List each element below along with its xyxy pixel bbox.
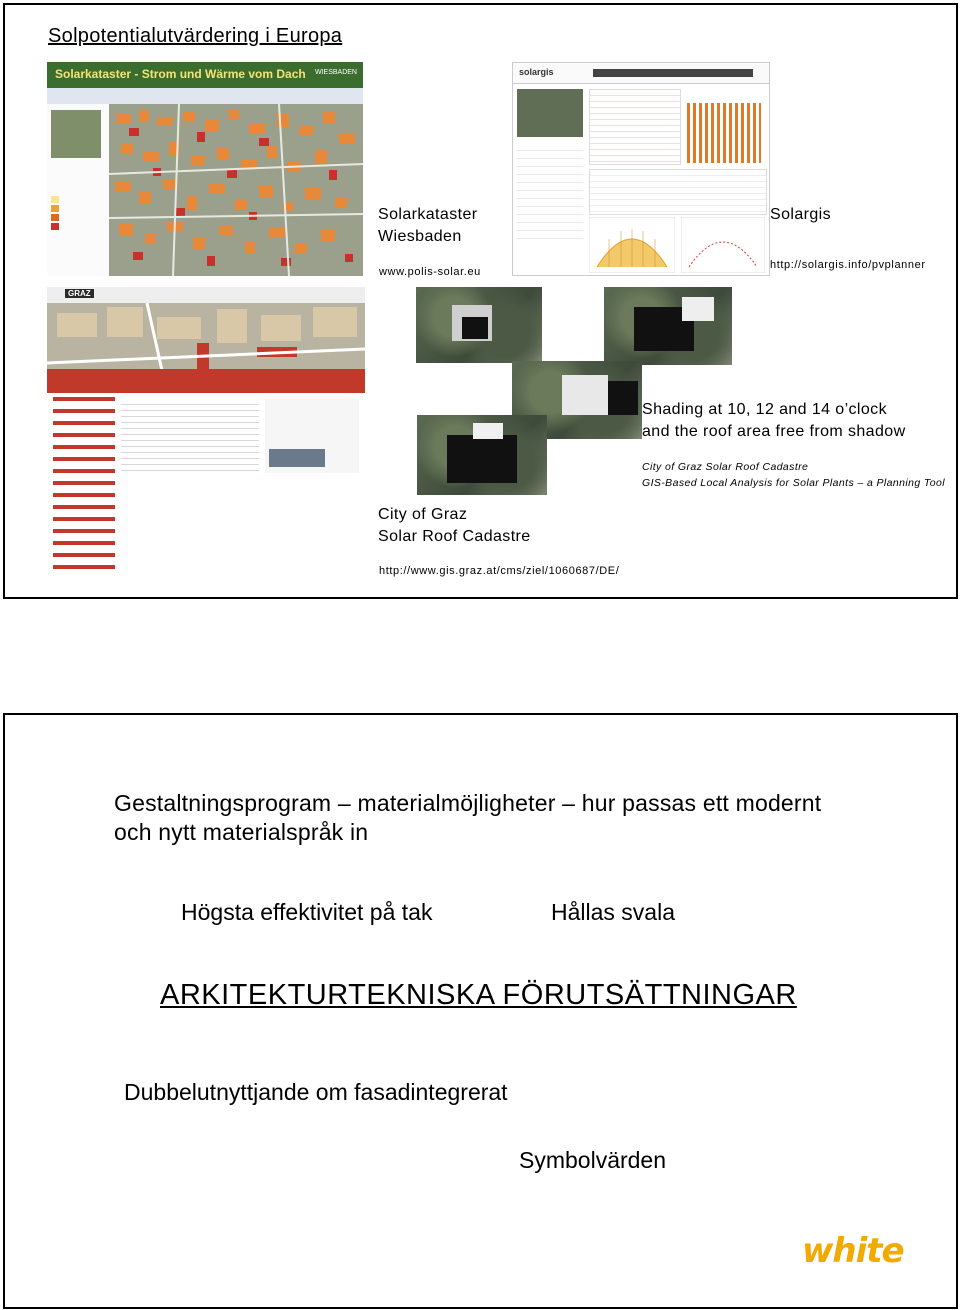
solargis-url[interactable]: http://solargis.info/pvplanner [770, 259, 926, 271]
wiesbaden-label: Solarkataster Wiesbaden [378, 204, 477, 248]
graz-url[interactable]: http://www.gis.graz.at/cms/ziel/1060687/… [379, 565, 619, 577]
heading-line1: Gestaltningsprogram – materialmöjlighete… [114, 790, 822, 816]
graz-logo: GRAZ [65, 289, 94, 298]
aerial-shading-10 [416, 287, 542, 363]
solargis-elevation-chart [681, 217, 765, 273]
keep-cool-item: Hållas svala [551, 899, 675, 925]
design-program-heading: Gestaltningsprogram – materialmöjlighete… [114, 789, 821, 847]
shading-description: Shading at 10, 12 and 14 o’clock and the… [642, 399, 906, 443]
aerial-shading-12 [604, 287, 732, 365]
wiesbaden-roof-map [109, 104, 363, 276]
symbol-values-line: Symbolvärden [519, 1147, 667, 1173]
shading-line2: and the roof area free from shadow [642, 423, 906, 440]
solargis-screenshot: solargis [512, 62, 770, 276]
shading-line1: Shading at 10, 12 and 14 o’clock [642, 401, 887, 418]
white-logo: white [802, 1231, 905, 1271]
slide-architectural-prerequisites: Gestaltningsprogram – materialmöjlighete… [3, 713, 958, 1309]
graz-label-line1: City of Graz [378, 506, 468, 523]
slide-solar-potential: Solpotentialutvärdering i Europa Solarka… [3, 3, 958, 599]
wiesbaden-logo: WIESBADEN [314, 69, 357, 76]
wiesbaden-url[interactable]: www.polis-solar.eu [379, 266, 481, 278]
solargis-sun-path-chart [589, 217, 675, 273]
wiesbaden-label-line2: Wiesbaden [378, 228, 462, 245]
wiesbaden-header-text: Solarkataster - Strom und Wärme vom Dach [55, 67, 306, 81]
dual-use-line: Dubbelutnyttjande om fasadintegrerat [124, 1079, 508, 1105]
aerial-free-roof-area [417, 415, 547, 495]
solargis-brand: solargis [519, 67, 554, 77]
main-title: ARKITEKTURTEKNISKA FÖRUTSÄTTNINGAR [160, 979, 797, 1011]
graz-label-line2: Solar Roof Cadastre [378, 528, 531, 545]
solargis-label: Solargis [770, 206, 832, 223]
heading-line2: och nytt materialspråk in [114, 819, 369, 845]
graz-label: City of Graz Solar Roof Cadastre [378, 504, 531, 548]
roof-efficiency-item: Högsta effektivitet på tak [181, 899, 433, 925]
slide-title: Solpotentialutvärdering i Europa [48, 25, 343, 47]
wiesbaden-screenshot: Solarkataster - Strom und Wärme vom Dach… [47, 62, 363, 276]
graz-screenshot: GRAZ [47, 287, 365, 579]
wiesbaden-label-line1: Solarkataster [378, 206, 478, 223]
shading-caption1: City of Graz Solar Roof Cadastre [642, 461, 809, 473]
shading-caption2: GIS-Based Local Analysis for Solar Plant… [642, 477, 945, 489]
